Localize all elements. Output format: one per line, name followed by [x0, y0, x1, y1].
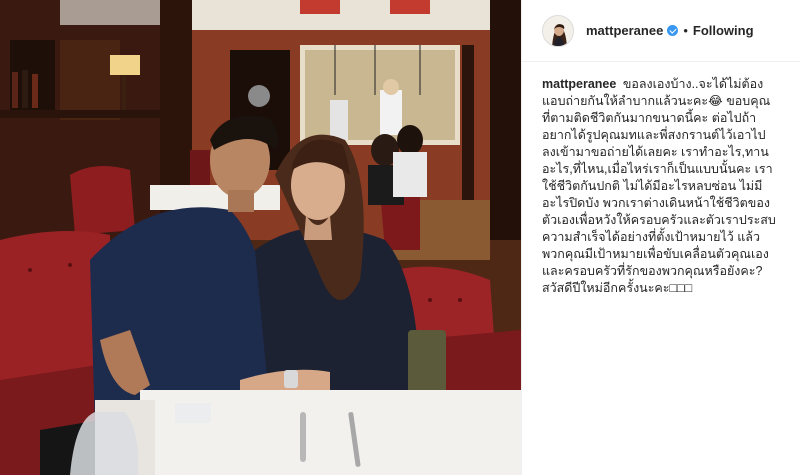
- caption-text: ขอลงเองบ้าง..จะได้ไม่ต้องแอบถ่ายกันให้ลำ…: [542, 77, 776, 295]
- post-header: mattperanee • Following: [522, 0, 800, 62]
- avatar[interactable]: [542, 14, 574, 47]
- header-separator: •: [683, 23, 688, 38]
- post-caption: mattperanee ขอลงเองบ้าง..จะได้ไม่ต้องแอบ…: [522, 62, 800, 297]
- username-link[interactable]: mattperanee: [586, 23, 663, 38]
- post-photo[interactable]: [0, 0, 521, 475]
- caption-username-link[interactable]: mattperanee: [542, 77, 616, 91]
- instagram-post: mattperanee • Following mattperanee ขอลง…: [0, 0, 800, 475]
- restaurant-photo-illustration: [0, 0, 521, 475]
- avatar-image: [543, 15, 573, 46]
- following-button[interactable]: Following: [693, 23, 754, 38]
- verified-badge-icon: [667, 25, 679, 36]
- post-sidebar: mattperanee • Following mattperanee ขอลง…: [521, 0, 800, 475]
